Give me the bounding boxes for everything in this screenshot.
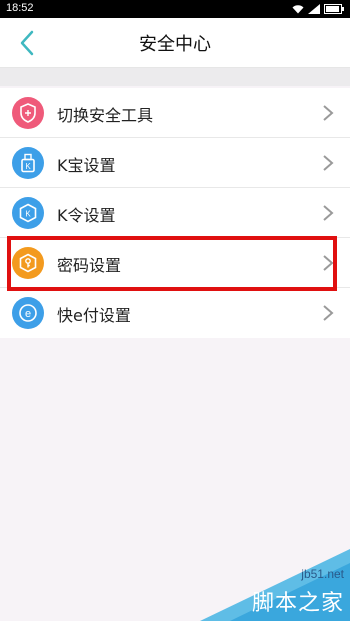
watermark-url: jb51.net xyxy=(301,567,344,581)
menu-item-k-bao-settings[interactable]: K K宝设置 xyxy=(0,138,350,188)
menu-item-label: 切换安全工具 xyxy=(57,106,154,125)
svg-text:e: e xyxy=(25,308,31,320)
shield-icon xyxy=(12,97,44,129)
menu-item-quick-e-pay-settings[interactable]: e 快e付设置 xyxy=(0,288,350,338)
wifi-icon xyxy=(292,5,304,14)
chevron-right-icon xyxy=(323,105,334,121)
watermark: jb51.net 脚本之家 xyxy=(200,549,350,621)
signal-icon xyxy=(308,4,320,14)
e-pay-icon: e xyxy=(12,297,44,329)
status-icons xyxy=(292,3,344,15)
watermark-site: 脚本之家 xyxy=(251,591,344,616)
menu-list: 切换安全工具 K K宝设置 K K令设置 密码设置 e 快e付设置 xyxy=(0,88,350,338)
menu-item-k-ling-settings[interactable]: K K令设置 xyxy=(0,188,350,238)
menu-item-label: K宝设置 xyxy=(57,156,116,175)
battery-icon xyxy=(324,4,344,14)
page-title: 安全中心 xyxy=(139,34,211,55)
chevron-right-icon xyxy=(323,255,334,271)
chevron-right-icon xyxy=(323,305,334,321)
token-icon: K xyxy=(12,197,44,229)
menu-item-label: 密码设置 xyxy=(57,256,122,275)
status-bar: 18:52 xyxy=(0,0,350,18)
chevron-right-icon xyxy=(323,205,334,221)
nav-bar: 安全中心 xyxy=(0,18,350,68)
menu-item-switch-security-tool[interactable]: 切换安全工具 xyxy=(0,88,350,138)
menu-item-password-settings[interactable]: 密码设置 xyxy=(0,238,350,288)
status-time: 18:52 xyxy=(6,2,34,14)
key-icon xyxy=(12,247,44,279)
svg-text:K: K xyxy=(25,162,31,171)
section-divider xyxy=(0,68,350,86)
svg-text:K: K xyxy=(25,210,31,219)
chevron-right-icon xyxy=(323,155,334,171)
menu-item-label: K令设置 xyxy=(57,206,116,225)
menu-item-label: 快e付设置 xyxy=(57,306,131,325)
usb-key-icon: K xyxy=(12,147,44,179)
